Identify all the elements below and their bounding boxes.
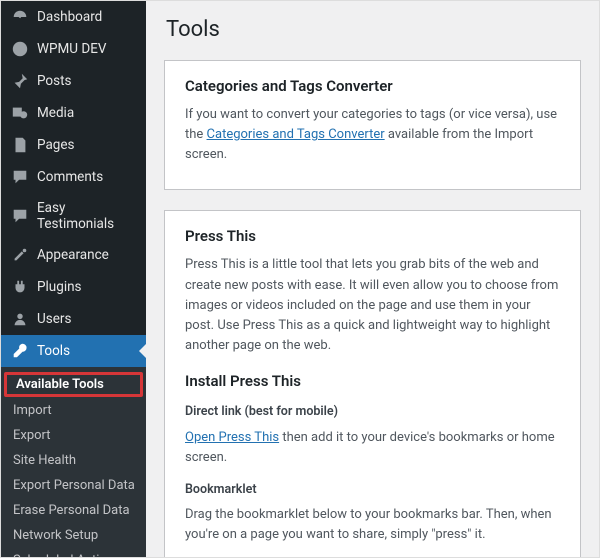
sidebar-item-media[interactable]: Media bbox=[1, 97, 146, 129]
pin-icon bbox=[11, 72, 29, 90]
submenu-export[interactable]: Export bbox=[1, 423, 146, 448]
open-press-this-link[interactable]: Open Press This bbox=[185, 430, 279, 445]
sidebar-item-appearance[interactable]: Appearance bbox=[1, 239, 146, 271]
sidebar-item-comments[interactable]: Comments bbox=[1, 161, 146, 193]
card-heading: Categories and Tags Converter bbox=[185, 77, 560, 95]
sidebar-item-label: Easy Testimonials bbox=[37, 200, 138, 232]
submenu-site-health[interactable]: Site Health bbox=[1, 448, 146, 473]
bookmarklet-label: Bookmarklet bbox=[185, 480, 560, 499]
card-categories-tags: Categories and Tags Converter If you wan… bbox=[164, 60, 581, 190]
card-heading: Press This bbox=[185, 227, 560, 245]
sidebar-item-users[interactable]: Users bbox=[1, 303, 146, 335]
submenu-erase-personal[interactable]: Erase Personal Data bbox=[1, 498, 146, 523]
submenu-scheduled-actions[interactable]: Scheduled Actions bbox=[1, 548, 146, 557]
sidebar-item-label: WPMU DEV bbox=[37, 41, 107, 57]
submenu-network-setup[interactable]: Network Setup bbox=[1, 523, 146, 548]
categories-tags-link[interactable]: Categories and Tags Converter bbox=[207, 127, 385, 142]
page-title: Tools bbox=[166, 17, 581, 42]
appearance-icon bbox=[11, 246, 29, 264]
sidebar-item-wpmu[interactable]: WPMU DEV bbox=[1, 33, 146, 65]
media-icon bbox=[11, 104, 29, 122]
plugins-icon bbox=[11, 278, 29, 296]
users-icon bbox=[11, 310, 29, 328]
submenu-available-tools[interactable]: Available Tools bbox=[4, 372, 143, 397]
install-heading: Install Press This bbox=[185, 372, 560, 390]
dashboard-icon bbox=[11, 8, 29, 26]
submenu-export-personal[interactable]: Export Personal Data bbox=[1, 473, 146, 498]
pages-icon bbox=[11, 136, 29, 154]
sidebar-item-tools[interactable]: Tools bbox=[1, 335, 146, 367]
sidebar-item-label: Dashboard bbox=[37, 9, 102, 25]
sidebar-item-label: Appearance bbox=[37, 247, 109, 263]
main-content: Tools Categories and Tags Converter If y… bbox=[146, 1, 599, 557]
sidebar-item-pages[interactable]: Pages bbox=[1, 129, 146, 161]
card-text: If you want to convert your categories t… bbox=[185, 105, 560, 165]
wpmu-icon bbox=[11, 40, 29, 58]
tools-icon bbox=[11, 342, 29, 360]
sidebar-item-label: Posts bbox=[37, 73, 71, 89]
admin-sidebar: Dashboard WPMU DEV Posts Media Pages Com… bbox=[1, 1, 146, 557]
direct-link-label: Direct link (best for mobile) bbox=[185, 402, 560, 421]
sidebar-item-plugins[interactable]: Plugins bbox=[1, 271, 146, 303]
sidebar-item-label: Comments bbox=[37, 169, 103, 185]
sidebar-item-label: Plugins bbox=[37, 279, 82, 295]
sidebar-item-testimonials[interactable]: Easy Testimonials bbox=[1, 193, 146, 239]
sidebar-item-dashboard[interactable]: Dashboard bbox=[1, 1, 146, 33]
comments-icon bbox=[11, 168, 29, 186]
bookmarklet-text: Drag the bookmarklet below to your bookm… bbox=[185, 505, 560, 545]
card-press-this: Press This Press This is a little tool t… bbox=[164, 210, 581, 557]
submenu-import[interactable]: Import bbox=[1, 398, 146, 423]
sidebar-item-label: Users bbox=[37, 311, 71, 327]
sidebar-item-label: Media bbox=[37, 105, 74, 121]
tools-submenu: Available Tools Import Export Site Healt… bbox=[1, 367, 146, 557]
sidebar-item-label: Tools bbox=[37, 343, 70, 359]
press-this-intro: Press This is a little tool that lets yo… bbox=[185, 255, 560, 356]
sidebar-item-posts[interactable]: Posts bbox=[1, 65, 146, 97]
sidebar-item-label: Pages bbox=[37, 137, 75, 153]
testimonials-icon bbox=[11, 207, 29, 225]
direct-link-text: Open Press This then add it to your devi… bbox=[185, 428, 560, 468]
